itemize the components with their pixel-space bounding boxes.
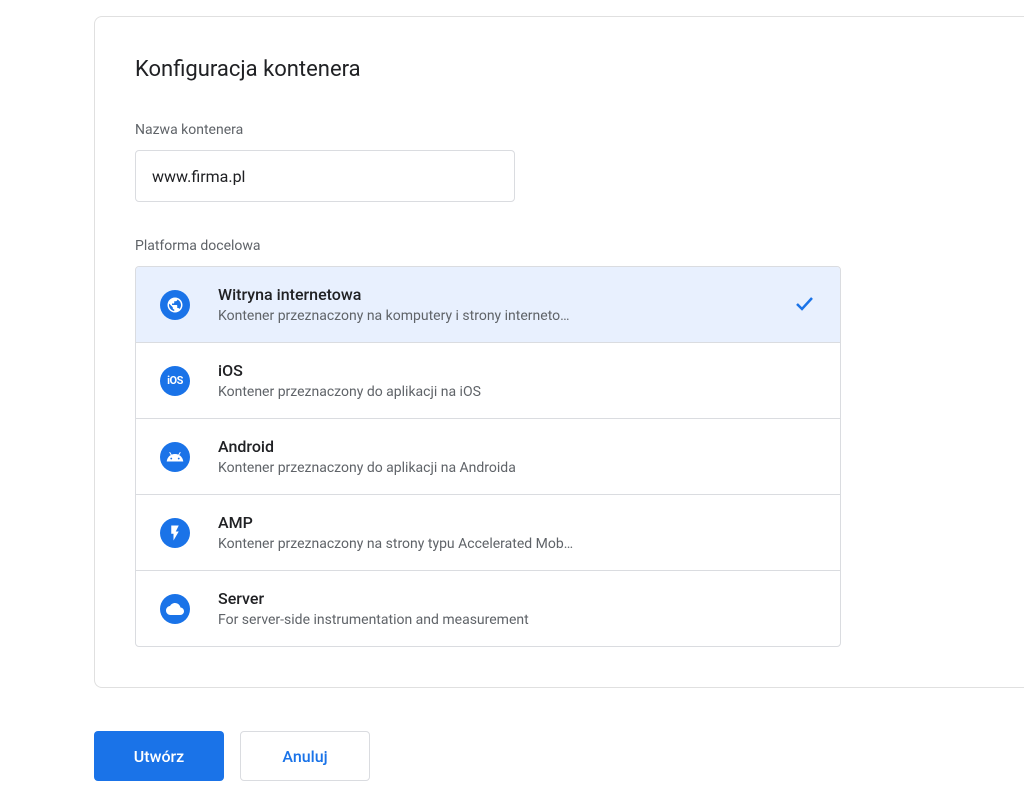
ios-icon: iOS [160, 366, 190, 396]
platform-text: iOS Kontener przeznaczony do aplikacji n… [218, 361, 816, 400]
platform-description: For server-side instrumentation and meas… [218, 612, 816, 628]
container-name-label: Nazwa kontenera [135, 122, 984, 138]
android-icon [160, 442, 190, 472]
platform-option-amp[interactable]: AMP Kontener przeznaczony na strony typu… [136, 495, 840, 571]
platform-title: iOS [218, 361, 816, 380]
platform-text: Android Kontener przeznaczony do aplikac… [218, 437, 816, 476]
platform-option-android[interactable]: Android Kontener przeznaczony do aplikac… [136, 419, 840, 495]
platform-label: Platforma docelowa [135, 238, 984, 254]
platform-option-web[interactable]: Witryna internetowa Kontener przeznaczon… [136, 267, 840, 343]
container-config-card: Konfiguracja kontenera Nazwa kontenera P… [94, 16, 1024, 688]
create-button[interactable]: Utwórz [94, 731, 224, 781]
platform-text: AMP Kontener przeznaczony na strony typu… [218, 513, 816, 552]
platform-option-server[interactable]: Server For server-side instrumentation a… [136, 571, 840, 646]
platform-title: AMP [218, 513, 816, 532]
platform-title: Server [218, 589, 816, 608]
platform-title: Witryna internetowa [218, 285, 816, 304]
server-icon [160, 594, 190, 624]
cancel-button[interactable]: Anuluj [240, 731, 370, 781]
platform-description: Kontener przeznaczony na strony typu Acc… [218, 536, 816, 552]
platform-description: Kontener przeznaczony na komputery i str… [218, 308, 816, 324]
platform-list: Witryna internetowa Kontener przeznaczon… [135, 266, 841, 647]
globe-icon [160, 290, 190, 320]
page-title: Konfiguracja kontenera [135, 57, 984, 82]
button-row: Utwórz Anuluj [94, 731, 370, 781]
platform-text: Witryna internetowa Kontener przeznaczon… [218, 285, 816, 324]
container-name-input[interactable] [135, 150, 515, 202]
platform-option-ios[interactable]: iOS iOS Kontener przeznaczony do aplikac… [136, 343, 840, 419]
check-icon [792, 291, 816, 319]
amp-icon [160, 518, 190, 548]
platform-description: Kontener przeznaczony do aplikacji na An… [218, 460, 816, 476]
platform-title: Android [218, 437, 816, 456]
platform-description: Kontener przeznaczony do aplikacji na iO… [218, 384, 816, 400]
platform-text: Server For server-side instrumentation a… [218, 589, 816, 628]
